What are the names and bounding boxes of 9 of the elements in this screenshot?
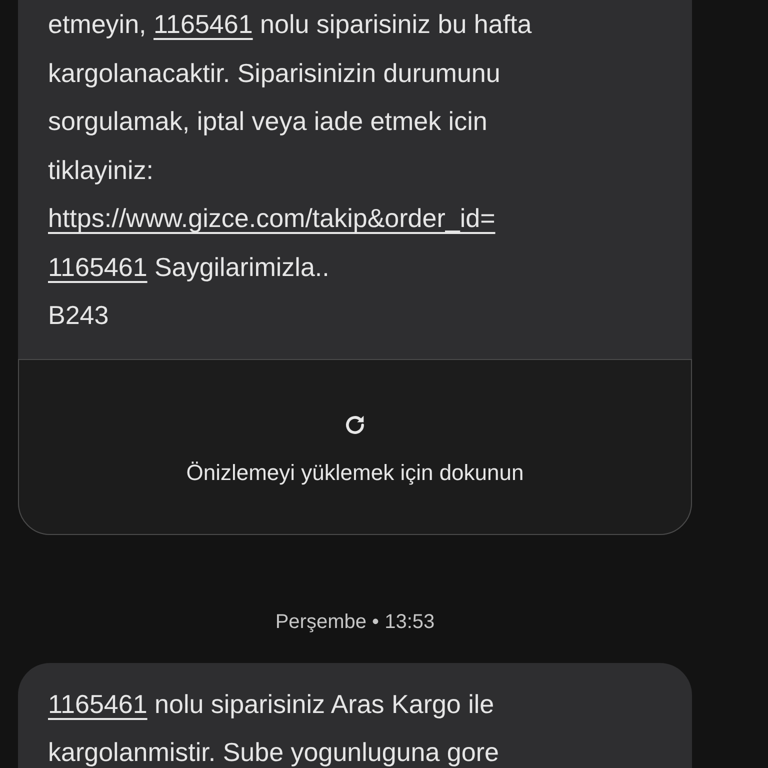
order-link[interactable]: 1165461 <box>48 252 148 282</box>
link-preview-card[interactable]: Önizlemeyi yüklemek için dokunun <box>18 358 692 534</box>
order-link[interactable]: 1165461 <box>154 9 253 39</box>
url-link[interactable]: https://www.gizce.com/takip&order_id= <box>48 203 496 233</box>
message-text: etmeyin, 1165461 nolu siparisiniz bu hafta kargolanacaktir. Siparisinizin durumunu sorgulamak, iptal veya iade etmek icin tiklayiniz: https://www.gizce.com/takip&order_id= 1165461 Saygilarimizla.. B243 <box>47 8 533 332</box>
message-text: 1165461 nolu siparisiniz Aras Kargo ile kargolanmistir. Sube yogunluguna gore <box>47 688 500 768</box>
preview-label: Önizlemeyi yüklemek için dokunun <box>186 459 524 487</box>
timestamp: Perşembe • 13:53 <box>274 610 436 634</box>
order-link[interactable]: 1165461 <box>48 688 148 718</box>
